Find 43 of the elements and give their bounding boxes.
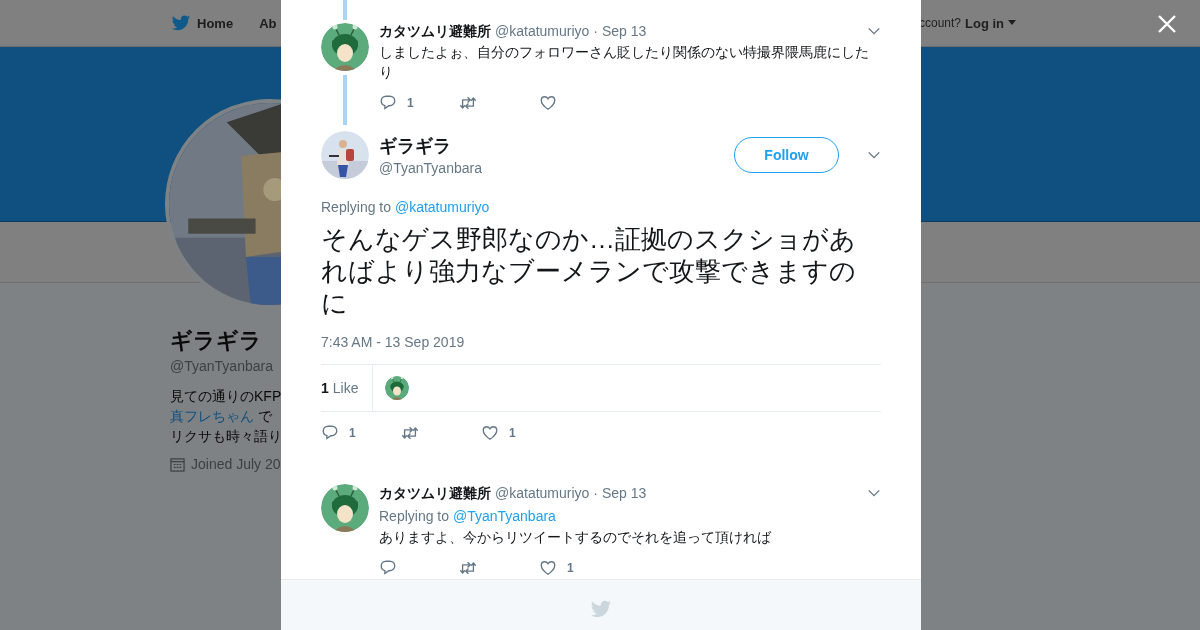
user-handle[interactable]: @katatumuriyo	[495, 484, 590, 502]
joined-date: Joined July 20	[191, 456, 281, 472]
nav-link[interactable]: Home	[197, 15, 234, 31]
bio-text: で	[256, 408, 272, 424]
replying-to: Replying to @TyanTyanbara	[379, 507, 557, 525]
login-link[interactable]: Log in	[965, 15, 1004, 31]
action-count: 1	[349, 426, 356, 440]
caret-icon[interactable]	[1008, 20, 1016, 26]
tweet-date[interactable]: · Sep 13	[593, 484, 647, 502]
bio-text: 見ての通りのKFP	[170, 388, 282, 404]
tweet-date[interactable]: · Sep 13	[593, 22, 647, 40]
user-handle[interactable]: @katatumuriyo	[495, 22, 590, 40]
retweet-icon[interactable]	[459, 94, 477, 112]
reply-icon[interactable]	[321, 424, 339, 442]
reply-icon[interactable]	[379, 559, 397, 577]
bird-icon	[590, 598, 612, 620]
tweet-text: しましたよぉ、自分のフォロワーさん貶したり関係のない特撮界隈馬鹿にしたり	[379, 43, 870, 82]
mention-link[interactable]: @TyanTyanbara	[452, 508, 556, 524]
close-icon[interactable]	[1157, 14, 1177, 34]
user-name[interactable]: カタツムリ避難所	[379, 22, 491, 40]
tweet-text: そんなゲス野郎なのか…証拠のスクショがあればより強力なブーメランで攻撃できますのに	[321, 223, 857, 319]
user-handle[interactable]: @TyanTyanbara	[379, 159, 724, 176]
action-count: 1	[509, 426, 516, 440]
calendar-icon	[170, 456, 185, 472]
mention-link[interactable]: @katatumuriyo	[394, 199, 490, 215]
likes-count[interactable]: 1 Like	[321, 365, 374, 411]
nav-link[interactable]: Ab	[259, 15, 277, 31]
retweet-icon[interactable]	[459, 559, 477, 577]
user-name[interactable]: カタツムリ避難所	[379, 484, 491, 502]
retweet-icon[interactable]	[401, 424, 419, 442]
action-count: 1	[567, 561, 574, 575]
reply-icon[interactable]	[379, 94, 397, 112]
action-count: 1	[407, 96, 414, 110]
profile-handle: @TyanTyanbara	[170, 358, 273, 374]
tweet-timestamp: 7:43 AM - 13 Sep 2019	[321, 334, 466, 350]
user-name[interactable]: ギラギラ	[379, 134, 724, 157]
heart-icon[interactable]	[539, 559, 557, 577]
follow-button[interactable]: Follow	[734, 137, 839, 173]
heart-icon[interactable]	[539, 94, 557, 112]
bio-text: リクサも時々語り	[170, 428, 282, 444]
tweet-text: ありますよ、今からリツイートするのでそれを追って頂ければ	[379, 528, 772, 547]
heart-icon[interactable]	[481, 424, 499, 442]
profile-name: ギラギラ	[170, 328, 262, 354]
